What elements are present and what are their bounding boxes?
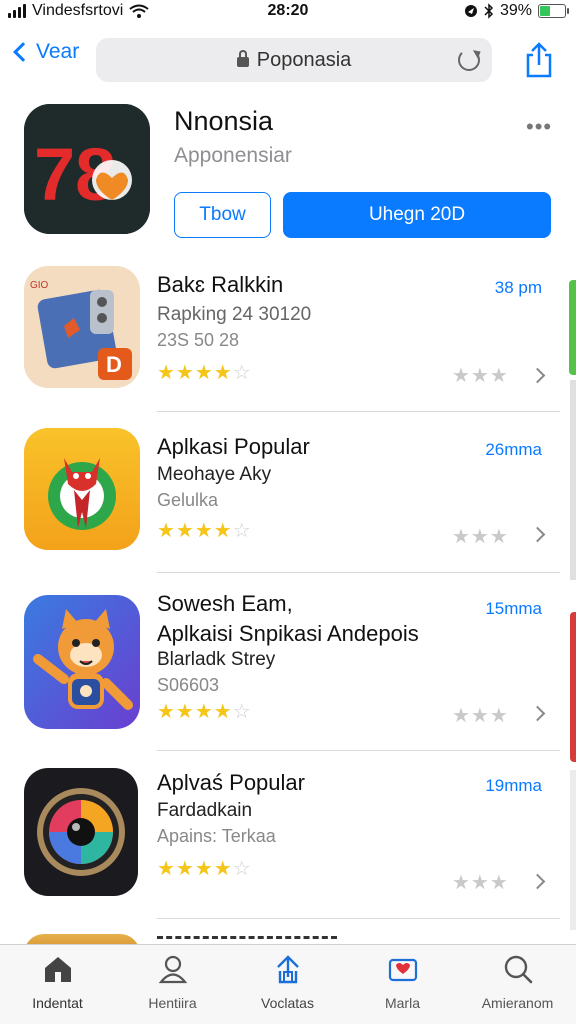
chevron-right-icon[interactable] [529, 873, 546, 890]
rating-stars: ★★★★☆ [157, 858, 252, 880]
divider [157, 572, 560, 573]
chevron-left-icon [13, 42, 33, 62]
svg-text:D: D [106, 352, 122, 377]
chevron-right-icon[interactable] [529, 705, 546, 722]
more-options-icon[interactable]: ••• [526, 114, 552, 140]
battery-percent: 39% [499, 2, 532, 19]
tab-favorites[interactable]: Marla [345, 945, 460, 1024]
divider [157, 750, 560, 751]
adjacent-card-edge [570, 612, 576, 762]
secondary-stars: ★★★ [452, 526, 509, 548]
tab-bar: Indentat Hentiira Voclatas Marla Amieran… [0, 944, 576, 1024]
app-icon-mascot [24, 428, 140, 550]
app-icon-cat [24, 595, 140, 729]
tab-label: Amieranom [481, 995, 554, 1011]
status-right: 39% [464, 2, 569, 20]
divider [157, 918, 560, 919]
app-title: Bakɛ Ralkkin [157, 272, 284, 297]
app-meta: 23S 50 28 [157, 330, 240, 350]
tab-label: Marla [384, 995, 420, 1011]
app-meta: Gelulka [157, 490, 219, 510]
app-size: 38 pm [494, 278, 542, 297]
rating-stars: ★★★★☆ [157, 701, 252, 723]
app-subtitle: Fardadkain [157, 800, 253, 821]
tab-profile[interactable]: Hentiira [115, 945, 230, 1024]
adjacent-card-edge [570, 770, 576, 930]
rating-stars: ★★★★☆ [157, 520, 252, 542]
app-title-line2: Aplkaisi Snpikasi Andepois [157, 621, 419, 646]
person-icon [158, 955, 188, 984]
home-icon [45, 957, 71, 982]
chevron-right-icon[interactable] [529, 526, 546, 543]
app-size: 19mma [485, 776, 542, 795]
scroll-indicator [570, 380, 576, 580]
share-icon[interactable] [524, 42, 554, 78]
app-title: Aplkasi Popular [157, 434, 310, 459]
navigation-bar: Vear Poponasia [0, 30, 576, 90]
app-title: Sowesh Eam, [157, 591, 293, 616]
app-title: Aplvaś Popular [157, 770, 305, 795]
tab-label: Indentat [32, 995, 83, 1011]
back-label: Vear [36, 40, 80, 63]
tab-label: Voclatas [261, 995, 314, 1011]
featured-app-icon[interactable]: 78 [24, 104, 150, 234]
upload-icon [277, 955, 299, 984]
secondary-action-button[interactable]: Tbow [174, 192, 271, 238]
app-icon-phone: D GIO [24, 266, 140, 388]
adjacent-card-edge [569, 280, 576, 375]
search-icon [504, 955, 533, 984]
app-subtitle: Meohaye Aky [157, 464, 272, 485]
featured-app-logo: 78 [24, 104, 150, 234]
featured-app-title: Nnonsia [174, 106, 274, 136]
location-icon [464, 5, 477, 17]
app-subtitle: Blarladk Strey [157, 649, 276, 670]
tab-label: Hentiira [148, 995, 197, 1011]
address-text: Poponasia [256, 48, 352, 71]
back-button[interactable]: Vear [10, 40, 79, 64]
reload-icon[interactable] [458, 49, 480, 71]
app-meta: Apains: Terkaa [157, 826, 276, 846]
tab-updates[interactable]: Voclatas [230, 945, 345, 1024]
chevron-right-icon[interactable] [529, 367, 546, 384]
app-size: 26mma [485, 440, 542, 459]
app-title-partial [157, 936, 337, 944]
address-bar[interactable]: Poponasia [96, 38, 492, 82]
primary-action-button[interactable]: Uhegn 20D [283, 192, 551, 238]
featured-app-subtitle: Apponensiar [174, 144, 292, 167]
secondary-stars: ★★★ [452, 365, 509, 387]
bluetooth-icon [484, 3, 494, 19]
rating-stars: ★★★★☆ [157, 362, 252, 384]
lock-icon [236, 50, 249, 67]
app-size: 15mma [485, 599, 542, 618]
status-bar: Vindesfsrtovi 28:20 39% [0, 0, 576, 26]
svg-text:GIO: GIO [30, 280, 49, 291]
secondary-stars: ★★★ [452, 872, 509, 894]
app-icon-camera [24, 768, 138, 896]
tab-search[interactable]: Amieranom [460, 945, 575, 1024]
tab-home[interactable]: Indentat [0, 945, 115, 1024]
battery-icon [538, 4, 569, 18]
app-subtitle: Rapking 24 30120 [157, 304, 312, 325]
divider [157, 411, 560, 412]
app-meta: S06603 [157, 675, 220, 695]
heart-calendar-icon [388, 958, 418, 982]
secondary-stars: ★★★ [452, 705, 509, 727]
